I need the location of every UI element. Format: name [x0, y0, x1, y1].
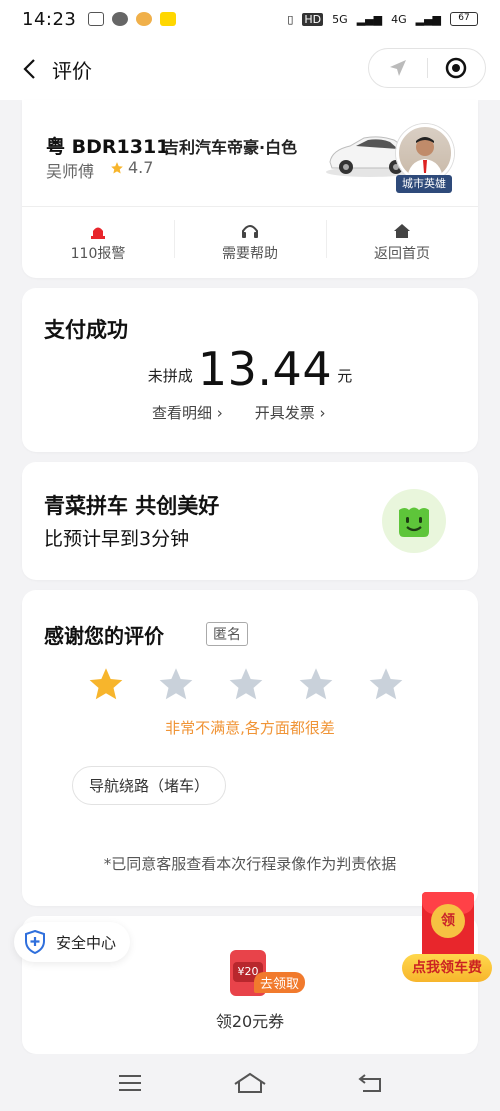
return-home-button[interactable]: 返回首页	[326, 214, 478, 272]
claim-badge[interactable]: 去领取	[254, 972, 306, 993]
app2-notification-icon	[136, 12, 153, 26]
close-miniapp-button[interactable]	[427, 49, 485, 87]
miniapp-capsule	[368, 48, 486, 88]
view-detail-link[interactable]: 查看明细 ›	[152, 402, 223, 423]
location-button[interactable]	[369, 49, 427, 87]
driver-rating: 4.7	[110, 158, 153, 177]
city-hero-badge: 城市英雄	[396, 175, 452, 193]
back-button[interactable]	[14, 54, 44, 84]
app3-notification-icon	[160, 12, 177, 26]
app-notification-icon	[88, 12, 105, 26]
network-4g: 4G	[391, 12, 407, 26]
promo-title: 青菜拼车 共创美好	[44, 494, 220, 518]
vibrate-icon: ▯	[287, 12, 294, 26]
back-arrow-icon	[358, 1073, 381, 1092]
need-help-button[interactable]: 需要帮助	[174, 214, 326, 272]
trip-actions: 110报警 需要帮助 返回首页	[22, 214, 478, 272]
rating-star-3[interactable]	[228, 666, 264, 702]
payment-prefix: 未拼成	[147, 367, 193, 385]
payment-card: 支付成功 未拼成 13.44 元 查看明细 › 开具发票 ›	[22, 288, 478, 452]
agreement-text: *已同意客服查看本次行程录像作为判责依据	[103, 855, 397, 873]
promo-subtitle: 比预计早到3分钟	[44, 528, 190, 550]
payment-amount-line: 未拼成 13.44 元	[22, 342, 478, 396]
shield-icon	[25, 930, 45, 954]
action-label: 需要帮助	[222, 246, 278, 262]
hd-icon: HD	[302, 12, 324, 26]
home-icon	[394, 224, 410, 238]
location-arrow-icon	[389, 60, 406, 76]
battery-level: 67	[458, 13, 470, 23]
status-bar: 14:23 ▯ HD 5G ▂▄▆ 4G ▂▄▆ 67	[0, 0, 500, 38]
action-label: 110报警	[70, 246, 126, 262]
home-button[interactable]	[230, 1068, 270, 1098]
signal2-icon: ▂▄▆	[415, 12, 441, 26]
payment-status-title: 支付成功	[44, 318, 128, 342]
status-right: ▯ HD 5G ▂▄▆ 4G ▂▄▆ 67	[287, 12, 478, 26]
invoice-link[interactable]: 开具发票 ›	[255, 402, 326, 423]
back-nav-button[interactable]	[350, 1068, 390, 1098]
rating-description: 非常不满意,各方面都很差	[165, 719, 335, 737]
status-time: 14:23	[22, 8, 77, 30]
rating-title: 感谢您的评价	[44, 624, 164, 648]
rating-value: 4.7	[128, 158, 154, 177]
rating-star-1[interactable]	[88, 666, 124, 702]
coupon-text[interactable]: 领20元券	[22, 1008, 478, 1032]
safety-center-button[interactable]: 安全中心	[14, 922, 130, 962]
issue-tag-chip[interactable]: 导航绕路（堵车）	[72, 766, 227, 805]
payment-links: 查看明细 › 开具发票 ›	[152, 402, 326, 423]
coupon-button[interactable]: ¥20 去领取	[230, 946, 306, 998]
action-label: 返回首页	[374, 246, 430, 262]
signal-icon: ▂▄▆	[356, 12, 383, 26]
chevron-left-icon	[23, 59, 35, 79]
system-nav-bar	[0, 1054, 500, 1111]
promo-card: 青菜拼车 共创美好 比预计早到3分钟	[22, 462, 478, 580]
license-plate: 粤 BDR1311	[46, 136, 170, 158]
rating-star-5[interactable]	[368, 666, 404, 702]
payment-unit: 元	[337, 367, 353, 385]
car-model: 吉利汽车帝豪·白色	[163, 138, 298, 157]
payment-amount: 13.44	[197, 342, 333, 396]
red-packet-coin: 领	[431, 904, 465, 938]
rating-star-2[interactable]	[158, 666, 194, 702]
page-title: 评价	[52, 58, 92, 83]
headset-icon	[242, 225, 258, 238]
driver-card: 粤 BDR1311 吉利汽车帝豪·白色 吴师傅 4.7 城市英雄 110报警 需…	[22, 100, 478, 278]
rating-star-4[interactable]	[298, 666, 334, 702]
star-rating	[88, 666, 404, 702]
network-5g: 5G	[332, 12, 348, 26]
alarm-icon	[91, 227, 105, 239]
star-icon	[111, 161, 123, 174]
anonymous-toggle[interactable]: 匿名	[206, 622, 248, 646]
red-packet-label: 点我领车费	[402, 954, 492, 982]
nav-bar: 评价	[0, 38, 500, 100]
driver-photo	[407, 137, 443, 179]
message-notification-icon	[112, 12, 129, 26]
menu-button[interactable]	[110, 1068, 150, 1098]
rating-card: 感谢您的评价 匿名 非常不满意,各方面都很差 导航绕路（堵车） *已同意客服查看…	[22, 590, 478, 906]
red-packet-button[interactable]: 领 点我领车费	[400, 890, 494, 986]
safety-center-label: 安全中心	[56, 933, 117, 952]
menu-icon	[119, 1074, 141, 1091]
target-icon	[445, 57, 467, 79]
smiley-leaf-icon	[382, 489, 446, 553]
driver-avatar	[396, 124, 454, 182]
notification-icons	[88, 12, 177, 26]
driver-name: 吴师傅	[46, 162, 95, 181]
battery-icon: 67	[450, 12, 478, 26]
alarm-110-button[interactable]: 110报警	[22, 214, 174, 272]
card-divider	[22, 206, 478, 207]
home-outline-icon	[234, 1072, 266, 1093]
